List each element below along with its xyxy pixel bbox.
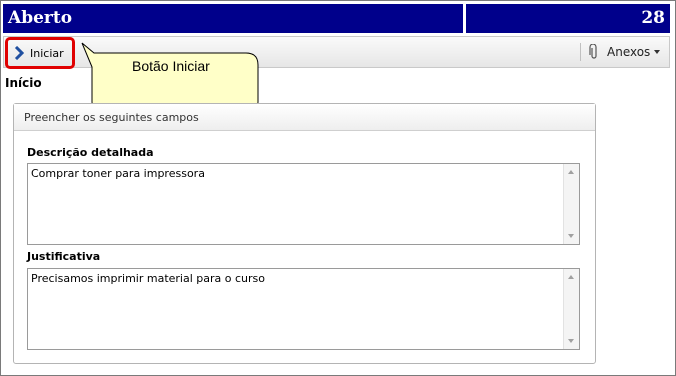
section-title: Início <box>5 76 42 90</box>
callout-text: Botão Iniciar <box>132 58 210 74</box>
field-label-description: Descrição detalhada <box>27 146 154 159</box>
justification-scrollbar[interactable] <box>563 269 579 349</box>
start-button[interactable]: Iniciar <box>5 37 75 69</box>
caret-down-icon <box>654 50 661 54</box>
status-title: Aberto <box>8 8 73 28</box>
attachments-label: Anexos <box>607 45 651 59</box>
attachments-dropdown[interactable]: Anexos <box>580 42 661 62</box>
start-button-label: Iniciar <box>30 46 64 60</box>
field-label-justification: Justificativa <box>27 250 101 263</box>
chevron-right-icon <box>14 46 24 60</box>
scroll-down-icon[interactable] <box>568 339 574 343</box>
justification-value: Precisamos imprimir material para o curs… <box>31 272 265 285</box>
panel-header-text: Preencher os seguintes campos <box>24 111 199 124</box>
description-textarea[interactable]: Comprar toner para impressora <box>27 163 580 245</box>
justification-textarea[interactable]: Precisamos imprimir material para o curs… <box>27 268 580 350</box>
scroll-down-icon[interactable] <box>568 234 574 238</box>
header-divider <box>463 4 466 33</box>
scroll-up-icon[interactable] <box>568 275 574 279</box>
ticket-number: 28 <box>641 8 665 28</box>
status-header: Aberto 28 <box>3 4 670 33</box>
paperclip-icon <box>589 44 597 59</box>
scroll-up-icon[interactable] <box>568 170 574 174</box>
panel-header: Preencher os seguintes campos <box>14 104 595 131</box>
description-value: Comprar toner para impressora <box>31 167 205 180</box>
form-panel: Preencher os seguintes campos Descrição … <box>13 103 596 364</box>
toolbar-separator <box>580 43 581 61</box>
description-scrollbar[interactable] <box>563 164 579 244</box>
